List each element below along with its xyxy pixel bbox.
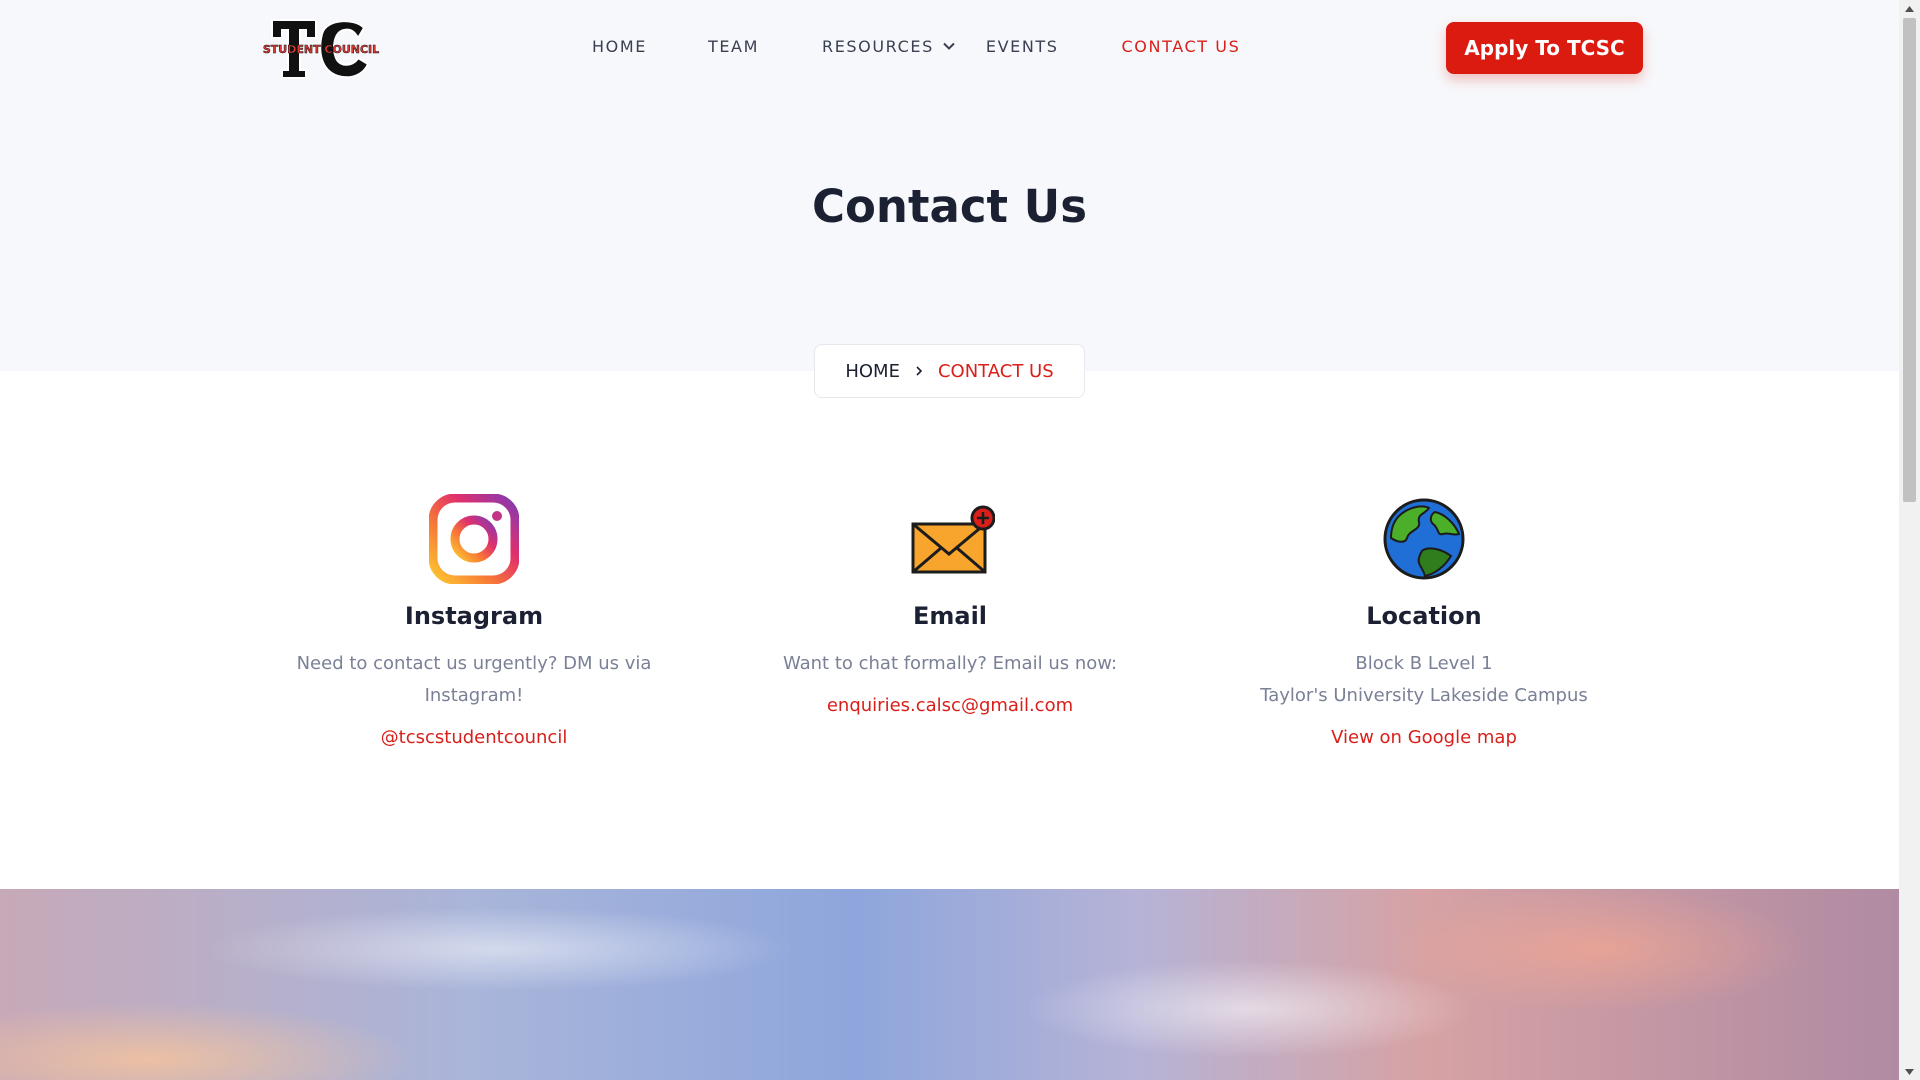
nav-resources[interactable]: RESOURCES [822,37,956,56]
card-description: Block B Level 1 Taylor's University Lake… [1204,648,1644,712]
nav-events[interactable]: EVENTS [986,37,1059,56]
card-description-line: Instagram! [424,685,524,706]
scroll-down-arrow-icon[interactable] [1899,1063,1920,1080]
nav-resources-label: RESOURCES [822,36,934,56]
contact-card-location: Location Block B Level 1 Taylor's Univer… [1204,494,1644,748]
main-nav: HOME TEAM RESOURCES EVENTS CONTACT US [592,34,1240,58]
card-description-line: Need to contact us urgently? DM us via [296,653,652,674]
contact-card-instagram: Instagram Need to contact us urgently? D… [254,494,694,748]
scroll-thumb[interactable] [1903,18,1916,502]
scrollbar[interactable] [1899,0,1920,1080]
nav-contact-us[interactable]: CONTACT US [1122,37,1241,56]
card-title: Email [912,602,988,630]
card-description-line: Taylor's University Lakeside Campus [1260,685,1588,706]
scroll-up-arrow-icon[interactable] [1899,0,1920,17]
instagram-icon [429,494,519,584]
card-description-line: Want to chat formally? Email us now: [782,653,1118,674]
tc-student-council-logo-icon: STUDENT COUNCIL [263,19,379,79]
globe-icon [1379,494,1469,584]
logo-text: STUDENT COUNCIL [263,43,379,56]
site-header: STUDENT COUNCIL HOME TEAM RESOURCES EVEN… [0,0,1899,95]
page-title: Contact Us [811,180,1088,233]
sky-banner-image [0,889,1899,1080]
card-description: Want to chat formally? Email us now: [730,648,1170,680]
nav-team[interactable]: TEAM [708,37,759,56]
card-title: Instagram [404,602,544,630]
site-logo[interactable]: STUDENT COUNCIL [260,16,382,80]
breadcrumb: HOME CONTACT US [814,344,1085,398]
breadcrumb-current: CONTACT US [937,360,1054,382]
nav-home[interactable]: HOME [592,37,647,56]
email-link[interactable]: enquiries.calsc@gmail.com [827,695,1073,716]
chevron-down-icon [942,39,956,53]
chevron-right-icon [914,365,924,377]
contact-card-email: Email Want to chat formally? Email us no… [730,494,1170,716]
card-description-line: Block B Level 1 [1355,653,1493,674]
email-icon [905,494,995,584]
breadcrumb-home[interactable]: HOME [845,361,900,382]
instagram-link[interactable]: @tcscstudentcouncil [381,727,568,748]
apply-button[interactable]: Apply To TCSC [1446,22,1643,74]
google-map-link[interactable]: View on Google map [1331,727,1517,748]
card-title: Location [1366,602,1482,630]
card-description: Need to contact us urgently? DM us via I… [254,648,694,712]
